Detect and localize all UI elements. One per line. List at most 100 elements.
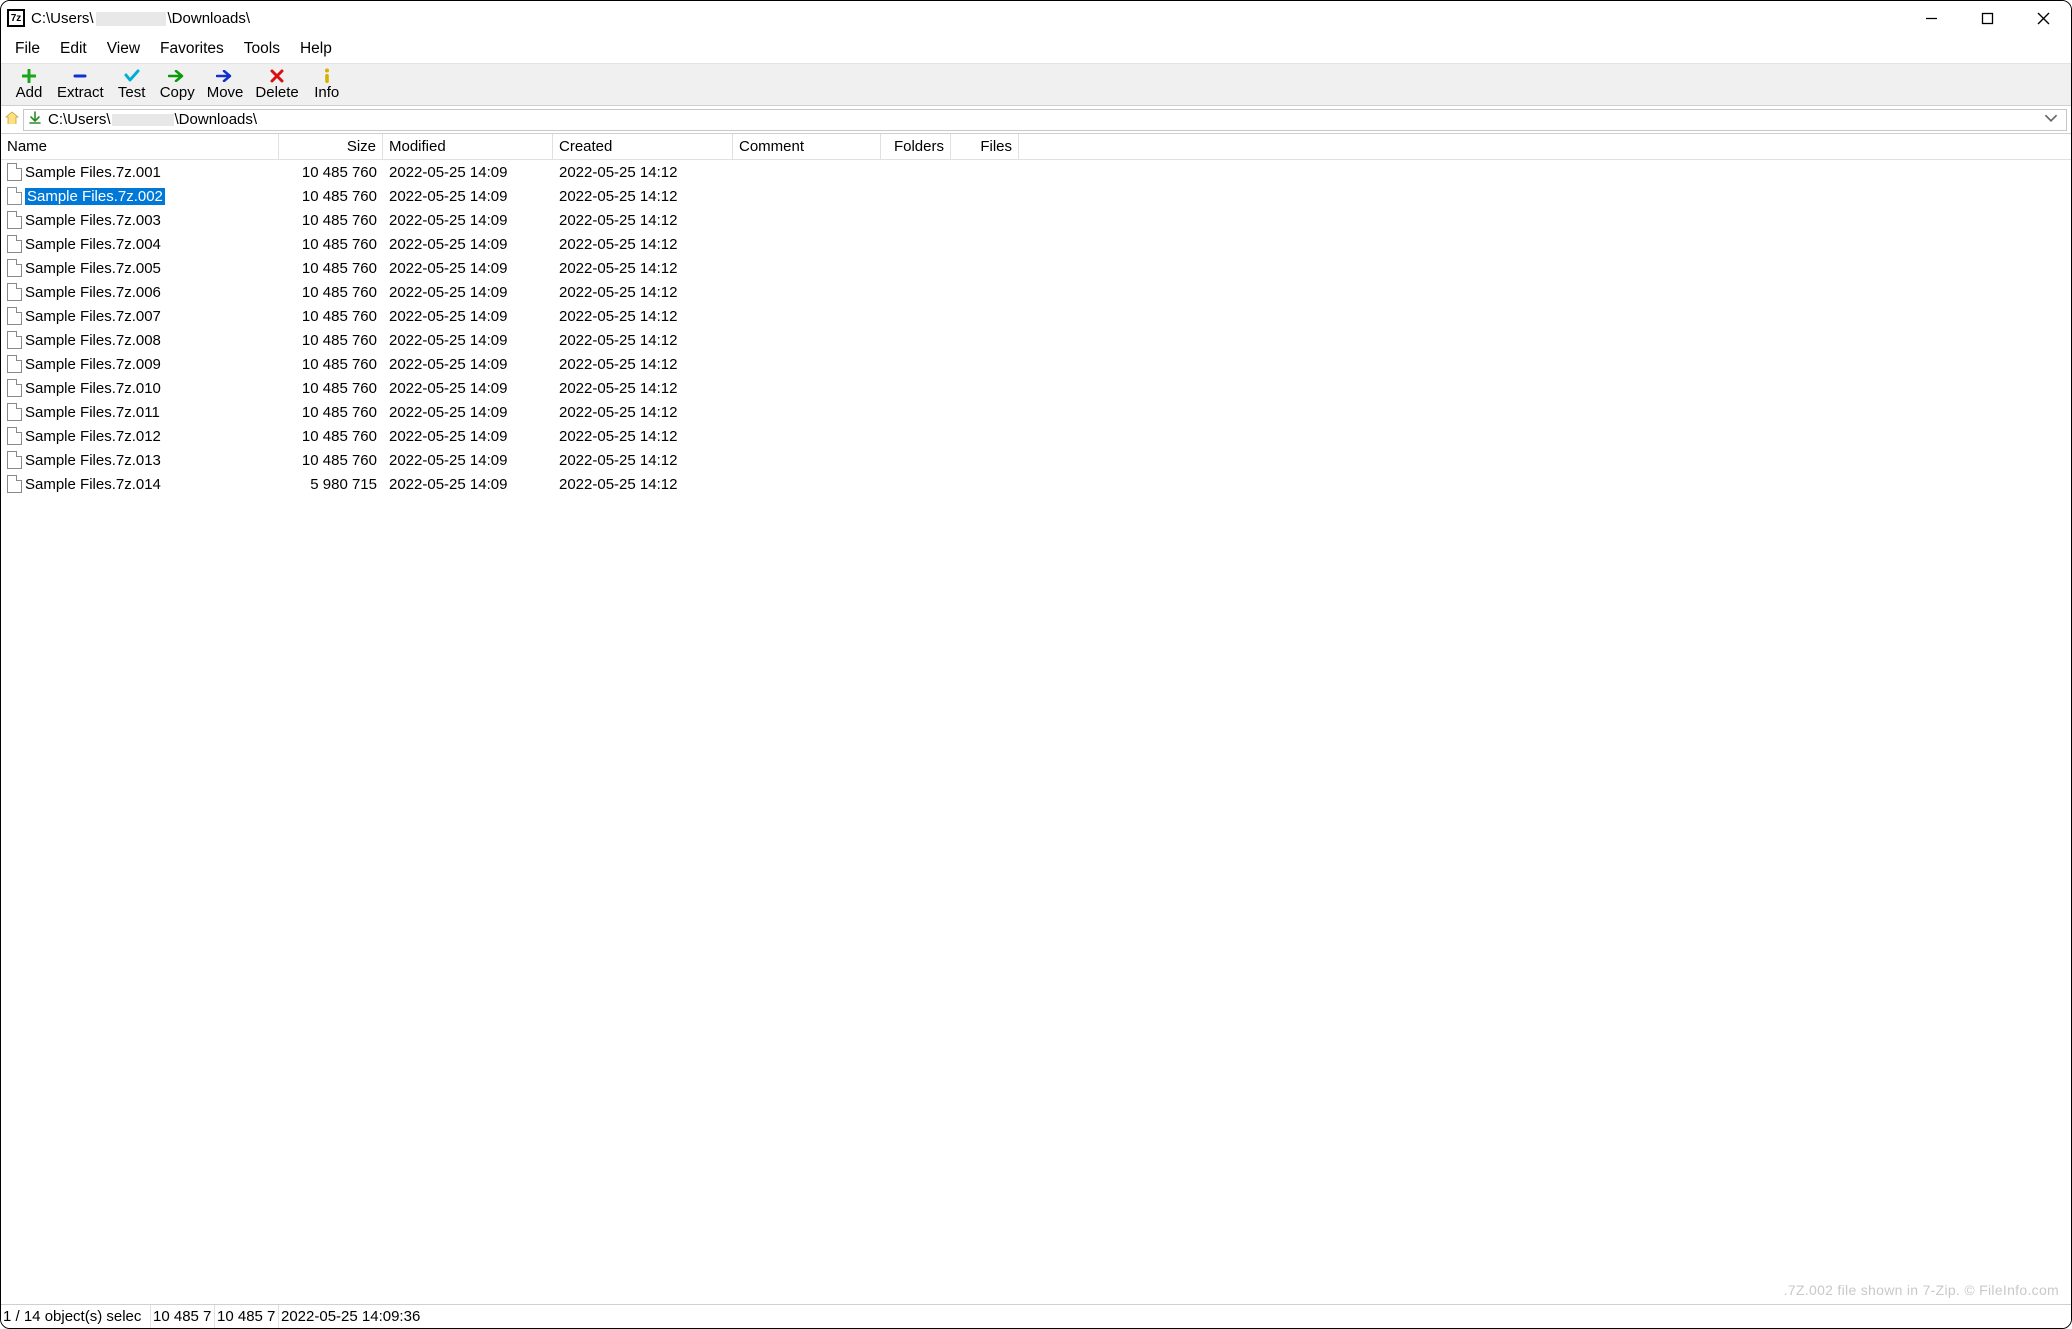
file-modified: 2022-05-25 14:09 [383, 164, 553, 181]
file-name: Sample Files.7z.007 [25, 308, 161, 325]
address-input[interactable]: C:\Users\\Downloads\ [23, 109, 2067, 131]
file-size: 10 485 760 [279, 332, 383, 349]
file-size: 10 485 760 [279, 260, 383, 277]
file-size: 10 485 760 [279, 428, 383, 445]
close-button[interactable] [2015, 1, 2071, 35]
title-prefix: C:\Users\ [31, 10, 94, 27]
file-modified: 2022-05-25 14:09 [383, 380, 553, 397]
file-list[interactable]: Sample Files.7z.00110 485 7602022-05-25 … [1, 160, 2071, 1304]
app-window: 7z C:\Users\ \Downloads\ File Edit View F… [0, 0, 2072, 1329]
toolbar-copy-label: Copy [160, 84, 195, 101]
watermark-text: .7Z.002 file shown in 7-Zip. © FileInfo.… [1784, 1282, 2059, 1298]
file-row[interactable]: Sample Files.7z.00410 485 7602022-05-25 … [1, 232, 2071, 256]
file-icon [7, 307, 22, 325]
file-modified: 2022-05-25 14:09 [383, 332, 553, 349]
file-icon [7, 259, 22, 277]
title-suffix: \Downloads\ [168, 10, 251, 27]
file-size: 5 980 715 [279, 476, 383, 493]
header-size[interactable]: Size [279, 134, 383, 159]
file-size: 10 485 760 [279, 164, 383, 181]
header-name[interactable]: Name [1, 134, 279, 159]
file-icon [7, 163, 22, 181]
file-size: 10 485 760 [279, 188, 383, 205]
arrow-right-green-icon [168, 68, 186, 84]
header-files[interactable]: Files [951, 134, 1019, 159]
menu-favorites[interactable]: Favorites [150, 38, 234, 60]
file-name: Sample Files.7z.006 [25, 284, 161, 301]
file-row[interactable]: Sample Files.7z.0145 980 7152022-05-25 1… [1, 472, 2071, 496]
file-created: 2022-05-25 14:12 [553, 356, 733, 373]
file-row[interactable]: Sample Files.7z.01110 485 7602022-05-25 … [1, 400, 2071, 424]
file-row[interactable]: Sample Files.7z.01210 485 7602022-05-25 … [1, 424, 2071, 448]
file-created: 2022-05-25 14:12 [553, 236, 733, 253]
file-created: 2022-05-25 14:12 [553, 308, 733, 325]
file-row[interactable]: Sample Files.7z.00310 485 7602022-05-25 … [1, 208, 2071, 232]
file-created: 2022-05-25 14:12 [553, 404, 733, 421]
info-icon [323, 68, 331, 84]
address-dropdown-button[interactable] [2044, 111, 2062, 129]
minus-icon [73, 68, 87, 84]
x-icon [270, 68, 284, 84]
menu-tools[interactable]: Tools [234, 38, 290, 60]
address-text: C:\Users\\Downloads\ [48, 111, 2044, 128]
file-modified: 2022-05-25 14:09 [383, 260, 553, 277]
file-row[interactable]: Sample Files.7z.01310 485 7602022-05-25 … [1, 448, 2071, 472]
menu-file[interactable]: File [5, 38, 50, 60]
window-title: C:\Users\ \Downloads\ [31, 10, 250, 27]
toolbar-info-button[interactable]: Info [305, 66, 349, 103]
plus-icon [22, 68, 36, 84]
toolbar-move-button[interactable]: Move [201, 66, 250, 103]
file-created: 2022-05-25 14:12 [553, 452, 733, 469]
file-size: 10 485 760 [279, 308, 383, 325]
file-name: Sample Files.7z.004 [25, 236, 161, 253]
file-row[interactable]: Sample Files.7z.01010 485 7602022-05-25 … [1, 376, 2071, 400]
app-icon: 7z [7, 9, 25, 27]
file-created: 2022-05-25 14:12 [553, 332, 733, 349]
status-size-2: 10 485 7 [215, 1305, 279, 1328]
file-row[interactable]: Sample Files.7z.00910 485 7602022-05-25 … [1, 352, 2071, 376]
up-folder-button[interactable] [5, 111, 19, 129]
toolbar: Add Extract Test Copy Move [1, 63, 2071, 106]
file-name: Sample Files.7z.008 [25, 332, 161, 349]
header-comment[interactable]: Comment [733, 134, 881, 159]
file-created: 2022-05-25 14:12 [553, 164, 733, 181]
file-created: 2022-05-25 14:12 [553, 284, 733, 301]
title-bar: 7z C:\Users\ \Downloads\ [1, 1, 2071, 35]
file-icon [7, 283, 22, 301]
menu-view[interactable]: View [97, 38, 150, 60]
menu-help[interactable]: Help [290, 38, 342, 60]
address-prefix: C:\Users\ [48, 111, 111, 128]
file-icon [7, 187, 22, 205]
file-name: Sample Files.7z.012 [25, 428, 161, 445]
file-row[interactable]: Sample Files.7z.007 10 485 760 2022-05-25 … [1, 304, 2071, 328]
file-created: 2022-05-25 14:12 [553, 260, 733, 277]
file-row[interactable]: Sample Files.7z.00810 485 7602022-05-25 … [1, 328, 2071, 352]
file-name: Sample Files.7z.009 [25, 356, 161, 373]
file-modified: 2022-05-25 14:09 [383, 236, 553, 253]
column-header: Name Size Modified Created Comment Folde… [1, 134, 2071, 160]
toolbar-extract-button[interactable]: Extract [51, 66, 110, 103]
file-icon [7, 211, 22, 229]
minimize-button[interactable] [1903, 1, 1959, 35]
file-name: Sample Files.7z.001 [25, 164, 161, 181]
file-modified: 2022-05-25 14:09 [383, 284, 553, 301]
file-icon [7, 355, 22, 373]
header-folders[interactable]: Folders [881, 134, 951, 159]
file-row[interactable]: Sample Files.7z.00210 485 7602022-05-25 … [1, 184, 2071, 208]
status-selection: 1 / 14 object(s) selec [1, 1305, 151, 1328]
file-row[interactable]: Sample Files.7z.00610 485 7602022-05-25 … [1, 280, 2071, 304]
header-created[interactable]: Created [553, 134, 733, 159]
menu-edit[interactable]: Edit [50, 38, 97, 60]
file-row[interactable]: Sample Files.7z.00510 485 7602022-05-25 … [1, 256, 2071, 280]
toolbar-delete-button[interactable]: Delete [249, 66, 304, 103]
toolbar-add-button[interactable]: Add [7, 66, 51, 103]
file-icon [7, 403, 22, 421]
toolbar-test-button[interactable]: Test [110, 66, 154, 103]
maximize-button[interactable] [1959, 1, 2015, 35]
file-row[interactable]: Sample Files.7z.00110 485 7602022-05-25 … [1, 160, 2071, 184]
toolbar-copy-button[interactable]: Copy [154, 66, 201, 103]
title-redacted [96, 12, 166, 26]
file-modified: 2022-05-25 14:09 [383, 212, 553, 229]
toolbar-move-label: Move [207, 84, 244, 101]
header-modified[interactable]: Modified [383, 134, 553, 159]
